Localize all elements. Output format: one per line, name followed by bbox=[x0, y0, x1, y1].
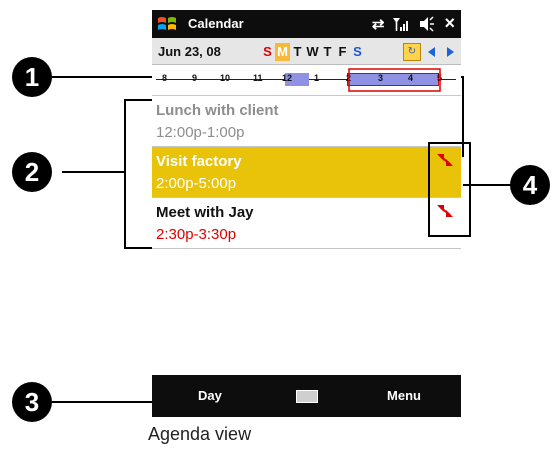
callout-brackets bbox=[348, 68, 471, 237]
caption: Agenda view bbox=[148, 424, 252, 444]
